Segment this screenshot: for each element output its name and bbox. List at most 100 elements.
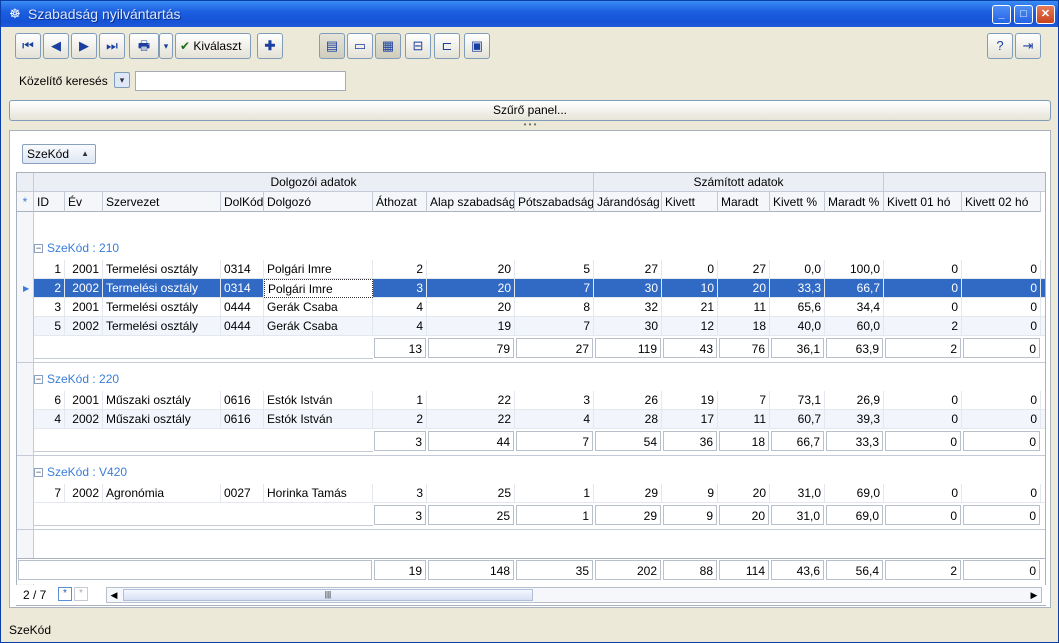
column-header[interactable]: Áthozat xyxy=(373,192,427,212)
first-record-button[interactable]: ⏮ xyxy=(15,33,41,59)
table-cell: 11 xyxy=(718,410,770,429)
table-cell: 2 xyxy=(373,260,427,279)
group-by-field-button[interactable]: SzeKód ▲ xyxy=(22,144,96,164)
column-header[interactable]: Maradt % xyxy=(825,192,884,212)
grand-total-cell: 0 xyxy=(963,560,1040,580)
table-cell: 66,7 xyxy=(825,279,884,298)
view-columns-button[interactable]: ⊟ xyxy=(405,33,431,59)
append-icon[interactable]: * xyxy=(58,587,72,601)
group-row[interactable]: − SzeKód : V420 xyxy=(34,465,127,479)
table-cell: 4 xyxy=(515,410,594,429)
window-title: Szabadság nyilvántartás xyxy=(28,6,181,22)
group-total-cell: 54 xyxy=(595,431,661,451)
print-button[interactable]: 🖶 xyxy=(129,33,159,59)
table-cell: 19 xyxy=(427,317,515,336)
table-cell: Műszaki osztály xyxy=(103,391,221,410)
table-cell: 22 xyxy=(427,410,515,429)
view-tree-button[interactable]: ⊏ xyxy=(434,33,460,59)
table-cell: 4 xyxy=(373,317,427,336)
column-header[interactable]: Pótszabadság xyxy=(515,192,594,212)
title-bar[interactable]: ☸ Szabadság nyilvántartás _ □ ✕ xyxy=(1,1,1058,27)
filter-panel-button[interactable]: Szűrő panel... xyxy=(9,100,1051,121)
main-window: ☸ Szabadság nyilvántartás _ □ ✕ ⏮ ◀ ▶ ⏭ … xyxy=(0,0,1059,643)
table-cell: 28 xyxy=(594,410,662,429)
splitter-handle[interactable]: • • • xyxy=(9,121,1051,129)
table-cell: 5 xyxy=(515,260,594,279)
group-total-cell: 119 xyxy=(595,338,661,358)
column-header[interactable]: Kivett xyxy=(662,192,718,212)
column-header[interactable]: Alap szabadság xyxy=(427,192,515,212)
minimize-button[interactable]: _ xyxy=(992,5,1011,24)
scroll-thumb[interactable]: ||| xyxy=(123,589,533,601)
grand-total-label-cell xyxy=(18,560,372,580)
table-cell: 20 xyxy=(427,279,515,298)
table-cell: 60,0 xyxy=(825,317,884,336)
group-total-cell: 69,0 xyxy=(826,505,883,525)
column-header[interactable]: ID xyxy=(34,192,65,212)
table-cell: 0 xyxy=(884,298,962,317)
exit-button[interactable]: ⇥ xyxy=(1015,33,1041,59)
column-header[interactable]: Járandóság xyxy=(594,192,662,212)
search-mode-dropdown[interactable]: ▾ xyxy=(114,72,130,88)
table-cell: 0 xyxy=(962,260,1041,279)
help-button[interactable]: ? xyxy=(987,33,1013,59)
collapse-icon[interactable]: − xyxy=(34,244,43,254)
table-cell: 3 xyxy=(34,298,65,317)
group-total-cell: 1 xyxy=(516,505,593,525)
scroll-left-icon[interactable]: ◀ xyxy=(107,588,121,602)
table-cell: 30 xyxy=(594,317,662,336)
column-header[interactable]: Kivett 01 hó xyxy=(884,192,962,212)
view-form-button[interactable]: ▤ xyxy=(319,33,345,59)
table-cell: Termelési osztály xyxy=(103,279,221,298)
column-header[interactable]: Év xyxy=(65,192,103,212)
band-computed: Számított adatok xyxy=(594,173,884,192)
table-cell: Termelési osztály xyxy=(103,260,221,279)
grand-total-cell: 35 xyxy=(516,560,593,580)
group-total-cell: 79 xyxy=(428,338,514,358)
next-record-button[interactable]: ▶ xyxy=(71,33,97,59)
group-total-cell: 44 xyxy=(428,431,514,451)
last-record-button[interactable]: ⏭ xyxy=(99,33,125,59)
column-header[interactable]: Dolgozó xyxy=(264,192,373,212)
horizontal-scrollbar[interactable]: ◀ ||| ▶ xyxy=(106,587,1042,603)
table-cell: 0 xyxy=(962,484,1041,503)
table-cell: Estók István xyxy=(264,410,373,429)
search-input[interactable] xyxy=(135,71,346,91)
view-footer-button[interactable]: ▭ xyxy=(347,33,373,59)
table-cell[interactable]: Polgári Imre xyxy=(264,279,373,298)
view-grid-button[interactable]: ▦ xyxy=(375,33,401,59)
column-header[interactable]: Kivett % xyxy=(770,192,825,212)
table-cell: 0 xyxy=(962,391,1041,410)
delete-icon[interactable]: * xyxy=(74,587,88,601)
collapse-icon[interactable]: − xyxy=(34,375,43,385)
grid-panel: SzeKód ▲ Dolgozói adatok Számított adatok *… xyxy=(9,130,1051,608)
new-row-indicator-icon[interactable]: * xyxy=(17,192,34,212)
collapse-icon[interactable]: − xyxy=(34,468,43,478)
table-cell: Estók István xyxy=(264,391,373,410)
close-button[interactable]: ✕ xyxy=(1036,5,1055,24)
scroll-right-icon[interactable]: ▶ xyxy=(1027,588,1041,602)
print-dropdown-button[interactable]: ▾ xyxy=(159,33,173,59)
grand-total-cell: 2 xyxy=(885,560,961,580)
table-cell: 0 xyxy=(884,260,962,279)
row-indicator-column xyxy=(17,212,34,605)
view-card-button[interactable]: ▣ xyxy=(464,33,490,59)
column-header[interactable]: Szervezet xyxy=(103,192,221,212)
column-header[interactable]: Kivett 02 hó xyxy=(962,192,1041,212)
add-button[interactable]: ✚ xyxy=(257,33,283,59)
maximize-button[interactable]: □ xyxy=(1014,5,1033,24)
group-total-cell: 43 xyxy=(663,338,717,358)
group-row[interactable]: − SzeKód : 210 xyxy=(34,241,119,255)
table-cell: 2002 xyxy=(65,317,103,336)
column-header[interactable]: Maradt xyxy=(718,192,770,212)
table-cell: 2 xyxy=(34,279,65,298)
select-button[interactable]: ✔ Kiválaszt xyxy=(175,33,251,59)
group-row[interactable]: − SzeKód : 220 xyxy=(34,372,119,386)
group-total-cell: 0 xyxy=(963,338,1040,358)
table-cell: 11 xyxy=(718,298,770,317)
table-cell: Polgári Imre xyxy=(264,260,373,279)
table-cell: 0 xyxy=(884,484,962,503)
table-cell: 20 xyxy=(427,298,515,317)
prev-record-button[interactable]: ◀ xyxy=(43,33,69,59)
column-header[interactable]: DolKód xyxy=(221,192,264,212)
